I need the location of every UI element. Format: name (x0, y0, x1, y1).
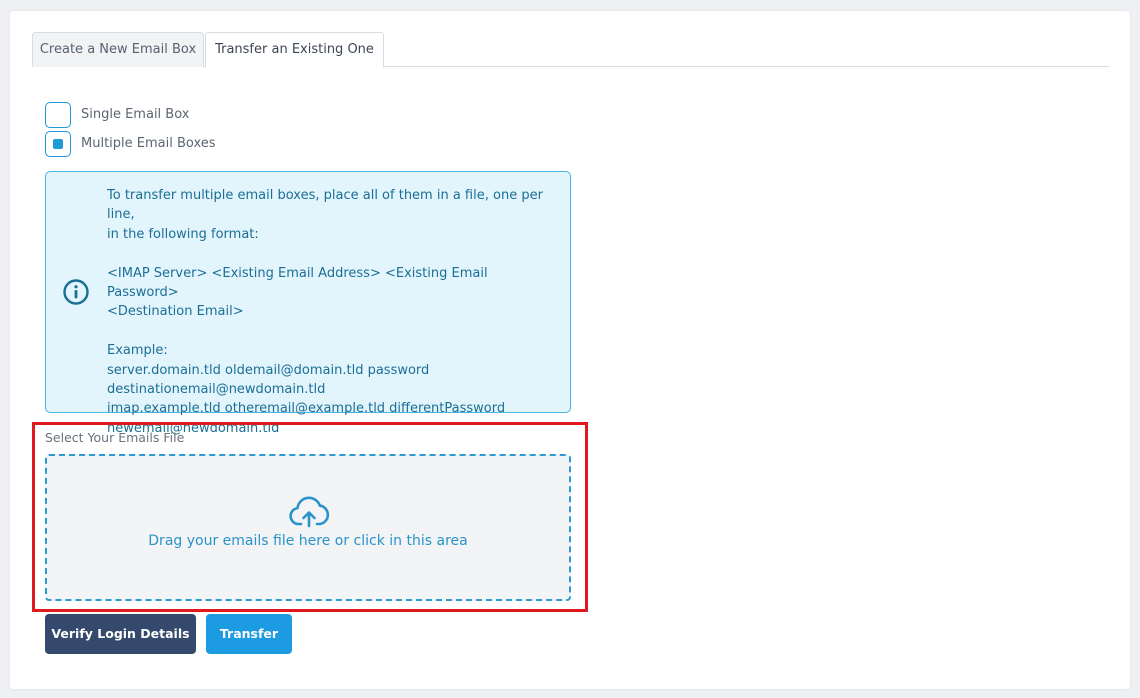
info-line (107, 244, 559, 263)
emails-file-dropzone[interactable]: Drag your emails file here or click in t… (45, 454, 571, 601)
tab-transfer-existing[interactable]: Transfer an Existing One (205, 32, 384, 68)
dropzone-text: Drag your emails file here or click in t… (148, 533, 468, 549)
verify-login-details-button[interactable]: Verify Login Details (45, 614, 196, 654)
info-line: in the following format: (107, 226, 259, 242)
info-line: Example: (107, 343, 168, 359)
info-line: destinationemail@newdomain.tld (107, 382, 326, 398)
info-line: server.domain.tld oldemail@domain.tld pa… (107, 362, 430, 378)
info-callout: To transfer multiple email boxes, place … (45, 171, 571, 436)
single-email-box-label: Single Email Box (81, 107, 190, 122)
info-line: <Destination Email> (107, 304, 244, 320)
emails-file-label: Select Your Emails File (45, 430, 185, 445)
info-text: To transfer multiple email boxes, place … (107, 186, 559, 438)
info-line: <IMAP Server> <Existing Email Address> <… (107, 265, 488, 301)
tab-create-email-box[interactable]: Create a New Email Box (32, 32, 204, 67)
single-email-box-checkbox[interactable] (45, 102, 71, 128)
transfer-button[interactable]: Transfer (206, 614, 292, 654)
info-line (107, 322, 559, 341)
info-line: To transfer multiple email boxes, place … (107, 188, 543, 223)
checked-indicator (53, 139, 63, 149)
info-icon (63, 279, 89, 305)
main-card: Create a New Email Box Transfer an Exist… (10, 11, 1130, 689)
multiple-email-boxes-checkbox[interactable] (45, 131, 71, 157)
tab-bar: Create a New Email Box Transfer an Exist… (32, 32, 1109, 68)
info-line: imap.example.tld otheremail@example.tld … (107, 401, 506, 417)
multiple-email-boxes-label: Multiple Email Boxes (81, 136, 216, 151)
cloud-upload-icon (289, 496, 330, 528)
